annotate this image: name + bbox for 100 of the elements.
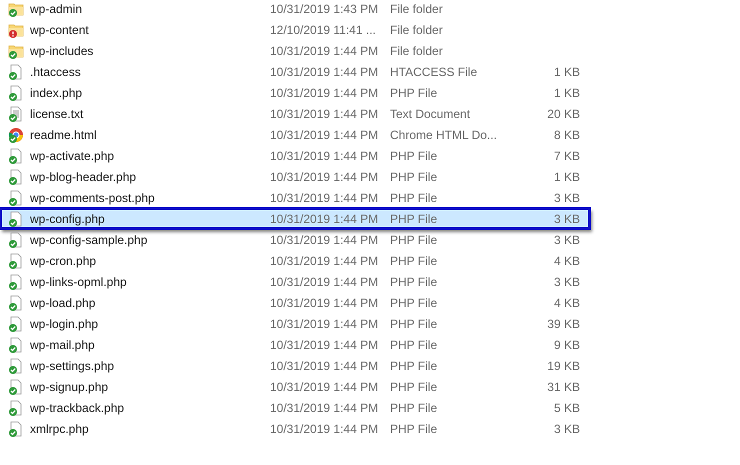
file-name: license.txt: [30, 106, 84, 120]
date-modified: 10/31/2019 1:44 PM: [270, 316, 380, 330]
file-type: PHP File: [390, 274, 438, 288]
date-modified: 10/31/2019 1:44 PM: [270, 106, 380, 120]
date-modified: 10/31/2019 1:44 PM: [270, 190, 380, 204]
file-size: 19 KB: [546, 358, 580, 372]
file-row[interactable]: readme.html 10/31/2019 1:44 PM Chrome HTML Do... 8 KB: [0, 124, 590, 145]
file-row[interactable]: wp-load.php 10/31/2019 1:44 PM PHP File 4 KB: [0, 292, 590, 313]
file-name: wp-comments-post.php: [30, 190, 156, 204]
file-size: 3 KB: [552, 212, 580, 226]
file-type: PHP File: [390, 400, 438, 414]
file-size: 9 KB: [552, 338, 580, 352]
file-type: File folder: [390, 44, 444, 58]
date-modified: 12/10/2019 11:41 ...: [270, 22, 377, 36]
file-row[interactable]: index.php 10/31/2019 1:44 PM PHP File 1 KB: [0, 82, 590, 103]
file-row[interactable]: xmlrpc.php 10/31/2019 1:44 PM PHP File 3 KB: [0, 418, 590, 439]
date-modified: 10/31/2019 1:44 PM: [270, 44, 380, 58]
file-name: .htaccess: [30, 64, 82, 78]
file-name: wp-trackback.php: [30, 400, 126, 414]
file-row[interactable]: wp-blog-header.php 10/31/2019 1:44 PM PHP File 1 KB: [0, 166, 590, 187]
file-name: wp-load.php: [30, 296, 96, 310]
file-type: PHP File: [390, 148, 438, 162]
file-type: PHP File: [390, 316, 438, 330]
file-type: PHP File: [390, 212, 438, 226]
date-modified: 10/31/2019 1:44 PM: [270, 170, 380, 184]
file-size: 3 KB: [552, 274, 580, 288]
file-size: 3 KB: [552, 422, 580, 436]
date-modified: 10/31/2019 1:43 PM: [270, 2, 380, 16]
file-type: PHP File: [390, 296, 438, 310]
file-name: wp-config.php: [30, 212, 106, 226]
file-type: PHP File: [390, 380, 438, 394]
file-row[interactable]: wp-config-sample.php 10/31/2019 1:44 PM PHP File 3 KB: [0, 229, 590, 250]
date-modified: 10/31/2019 1:44 PM: [270, 296, 380, 310]
file-name: readme.html: [30, 128, 98, 142]
file-size: 7 KB: [552, 148, 580, 162]
file-type: Chrome HTML Do...: [390, 128, 498, 142]
file-size: 20 KB: [546, 106, 580, 120]
file-row[interactable]: .htaccess 10/31/2019 1:44 PM HTACCESS File 1 KB: [0, 61, 590, 82]
file-row[interactable]: wp-config.php 10/31/2019 1:44 PM PHP File 3 KB: [0, 208, 590, 229]
file-name: wp-config-sample.php: [30, 232, 148, 246]
file-row[interactable]: wp-comments-post.php 10/31/2019 1:44 PM PHP File 3 KB: [0, 187, 590, 208]
file-row[interactable]: wp-signup.php 10/31/2019 1:44 PM PHP File 31 KB: [0, 376, 590, 397]
file-name: wp-mail.php: [30, 338, 96, 352]
date-modified: 10/31/2019 1:44 PM: [270, 254, 380, 268]
file-row[interactable]: wp-includes 10/31/2019 1:44 PM File folder: [0, 40, 590, 61]
date-modified: 10/31/2019 1:44 PM: [270, 422, 380, 436]
file-name: wp-links-opml.php: [30, 274, 128, 288]
file-size: 1 KB: [552, 170, 580, 184]
date-modified: 10/31/2019 1:44 PM: [270, 400, 380, 414]
file-row[interactable]: wp-mail.php 10/31/2019 1:44 PM PHP File 9 KB: [0, 334, 590, 355]
file-row[interactable]: wp-trackback.php 10/31/2019 1:44 PM PHP File 5 KB: [0, 397, 590, 418]
file-name: wp-blog-header.php: [30, 170, 138, 184]
file-size: 1 KB: [552, 64, 580, 78]
file-size: 1 KB: [552, 86, 580, 100]
date-modified: 10/31/2019 1:44 PM: [270, 212, 380, 226]
file-name: xmlrpc.php: [30, 422, 90, 436]
file-type: HTACCESS File: [390, 64, 478, 78]
file-name: index.php: [30, 86, 84, 100]
file-name: wp-cron.php: [30, 254, 98, 268]
date-modified: 10/31/2019 1:44 PM: [270, 64, 380, 78]
file-type: PHP File: [390, 190, 438, 204]
file-name: wp-login.php: [30, 316, 100, 330]
file-type: PHP File: [390, 422, 438, 436]
file-name: wp-activate.php: [30, 148, 116, 162]
file-name: wp-settings.php: [30, 358, 116, 372]
file-size: 3 KB: [552, 190, 580, 204]
file-type: PHP File: [390, 232, 438, 246]
file-type: PHP File: [390, 170, 438, 184]
file-type: File folder: [390, 2, 444, 16]
file-type: PHP File: [390, 254, 438, 268]
file-row[interactable]: wp-links-opml.php 10/31/2019 1:44 PM PHP File 3 KB: [0, 271, 590, 292]
file-row[interactable]: license.txt 10/31/2019 1:44 PM Text Document 20 KB: [0, 103, 590, 124]
date-modified: 10/31/2019 1:44 PM: [270, 86, 380, 100]
file-size: 31 KB: [546, 380, 580, 394]
file-row[interactable]: wp-admin 10/31/2019 1:43 PM File folder: [0, 0, 590, 19]
date-modified: 10/31/2019 1:44 PM: [270, 232, 380, 246]
file-type: PHP File: [390, 338, 438, 352]
file-row[interactable]: wp-login.php 10/31/2019 1:44 PM PHP File 39 KB: [0, 313, 590, 334]
file-type: PHP File: [390, 86, 438, 100]
file-size: 8 KB: [552, 128, 580, 142]
date-modified: 10/31/2019 1:44 PM: [270, 128, 380, 142]
date-modified: 10/31/2019 1:44 PM: [270, 274, 380, 288]
file-name: wp-signup.php: [30, 380, 110, 394]
file-row[interactable]: wp-activate.php 10/31/2019 1:44 PM PHP File 7 KB: [0, 145, 590, 166]
file-row[interactable]: wp-settings.php 10/31/2019 1:44 PM PHP File 19 KB: [0, 355, 590, 376]
file-name: wp-includes: [30, 44, 94, 58]
file-size: 4 KB: [552, 254, 580, 268]
file-name: wp-admin: [30, 2, 84, 16]
file-type: Text Document: [390, 106, 472, 120]
file-row[interactable]: wp-content 12/10/2019 11:41 ... File folder: [0, 19, 590, 40]
file-size: 39 KB: [546, 316, 580, 330]
date-modified: 10/31/2019 1:44 PM: [270, 148, 380, 162]
file-size: 4 KB: [552, 296, 580, 310]
file-name: wp-content: [30, 22, 90, 36]
date-modified: 10/31/2019 1:44 PM: [270, 338, 380, 352]
date-modified: 10/31/2019 1:44 PM: [270, 358, 380, 372]
file-size: 3 KB: [552, 232, 580, 246]
file-row[interactable]: wp-cron.php 10/31/2019 1:44 PM PHP File 4 KB: [0, 250, 590, 271]
file-type: PHP File: [390, 358, 438, 372]
file-type: File folder: [390, 22, 444, 36]
